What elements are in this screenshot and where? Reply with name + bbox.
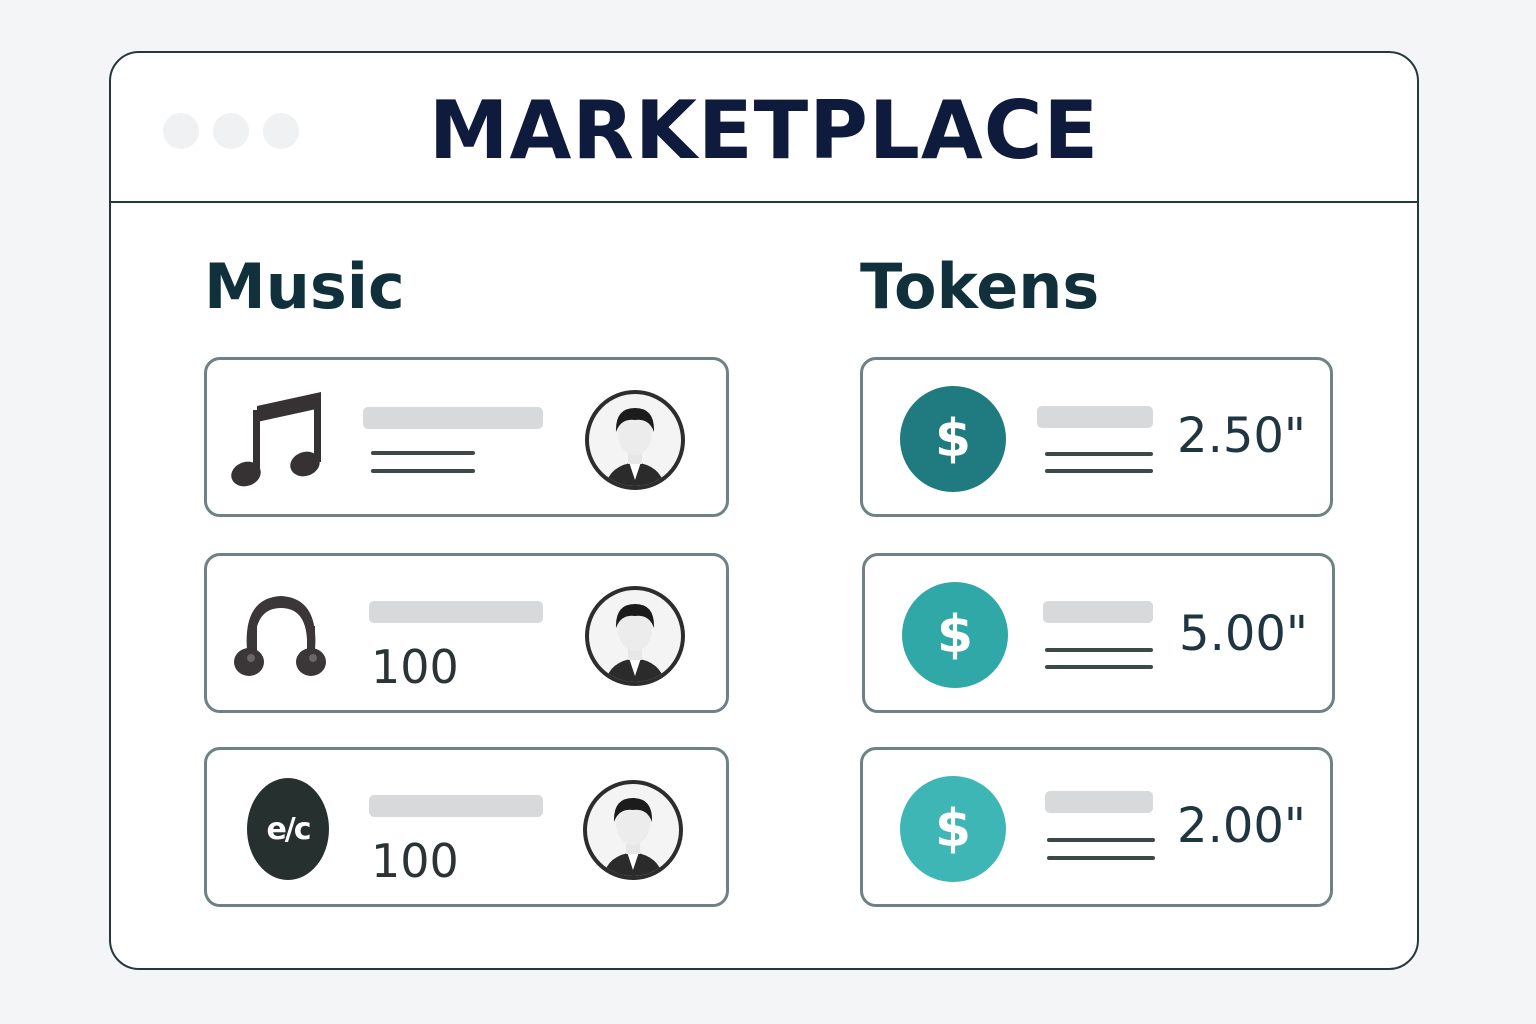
- token-price: 2.00": [1177, 798, 1306, 854]
- text-line: [1045, 648, 1153, 652]
- title-bar: MARKETPLACE: [111, 53, 1417, 203]
- item-count: 100: [371, 640, 459, 694]
- text-line: [1045, 469, 1153, 473]
- title-placeholder: [369, 601, 543, 623]
- token-price: 2.50": [1177, 408, 1306, 464]
- avatar[interactable]: [585, 586, 685, 686]
- beamed-notes-icon: [234, 596, 326, 676]
- marketplace-window: MARKETPLACE Music 100 e/c 100 Tokens $ 2…: [109, 51, 1419, 970]
- token-list-item[interactable]: $ 2.00": [860, 747, 1333, 907]
- tokens-heading: Tokens: [860, 250, 1100, 323]
- title-placeholder: [1043, 601, 1153, 623]
- text-line: [371, 469, 475, 473]
- avatar[interactable]: [583, 780, 683, 880]
- music-list-item[interactable]: e/c 100: [204, 747, 729, 907]
- text-line: [1045, 665, 1153, 669]
- title-placeholder: [363, 407, 543, 429]
- title-placeholder: [369, 795, 543, 817]
- dollar-coin-icon: $: [900, 386, 1006, 492]
- music-note-icon: [231, 392, 321, 487]
- music-heading: Music: [204, 250, 405, 323]
- title-placeholder: [1037, 406, 1153, 428]
- avatar[interactable]: [585, 390, 685, 490]
- dollar-coin-icon: $: [900, 776, 1006, 882]
- text-line: [1047, 838, 1155, 842]
- text-line: [1047, 856, 1155, 860]
- token-price: 5.00": [1179, 606, 1308, 662]
- dollar-coin-icon: $: [902, 582, 1008, 688]
- token-list-item[interactable]: $ 2.50": [860, 357, 1333, 517]
- music-list-item[interactable]: [204, 357, 729, 517]
- logo-badge-icon: e/c: [247, 778, 329, 880]
- music-list-item[interactable]: 100: [204, 553, 729, 713]
- text-line: [1045, 452, 1153, 456]
- text-line: [371, 451, 475, 455]
- page-title: MARKETPLACE: [428, 84, 1100, 177]
- item-count: 100: [371, 834, 459, 888]
- title-placeholder: [1045, 791, 1153, 813]
- token-list-item[interactable]: $ 5.00": [862, 553, 1335, 713]
